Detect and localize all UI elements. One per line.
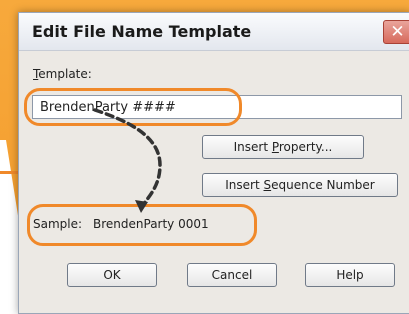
title-bar: Edit File Name Template ✕ [19,13,409,51]
help-button[interactable]: Help [305,263,395,287]
close-icon: ✕ [390,22,405,42]
cancel-button[interactable]: Cancel [187,263,277,287]
template-label: Template: [33,67,92,81]
close-button[interactable]: ✕ [383,20,409,44]
edit-file-name-template-dialog: Edit File Name Template ✕ Template: Bren… [18,12,409,314]
insert-property-button[interactable]: Insert Property... [202,135,364,159]
sample-highlight [27,204,257,246]
insert-sequence-number-button[interactable]: Insert Sequence Number [202,173,398,197]
template-highlight [24,88,242,126]
dialog-title: Edit File Name Template [32,22,252,41]
ok-button[interactable]: OK [67,263,157,287]
